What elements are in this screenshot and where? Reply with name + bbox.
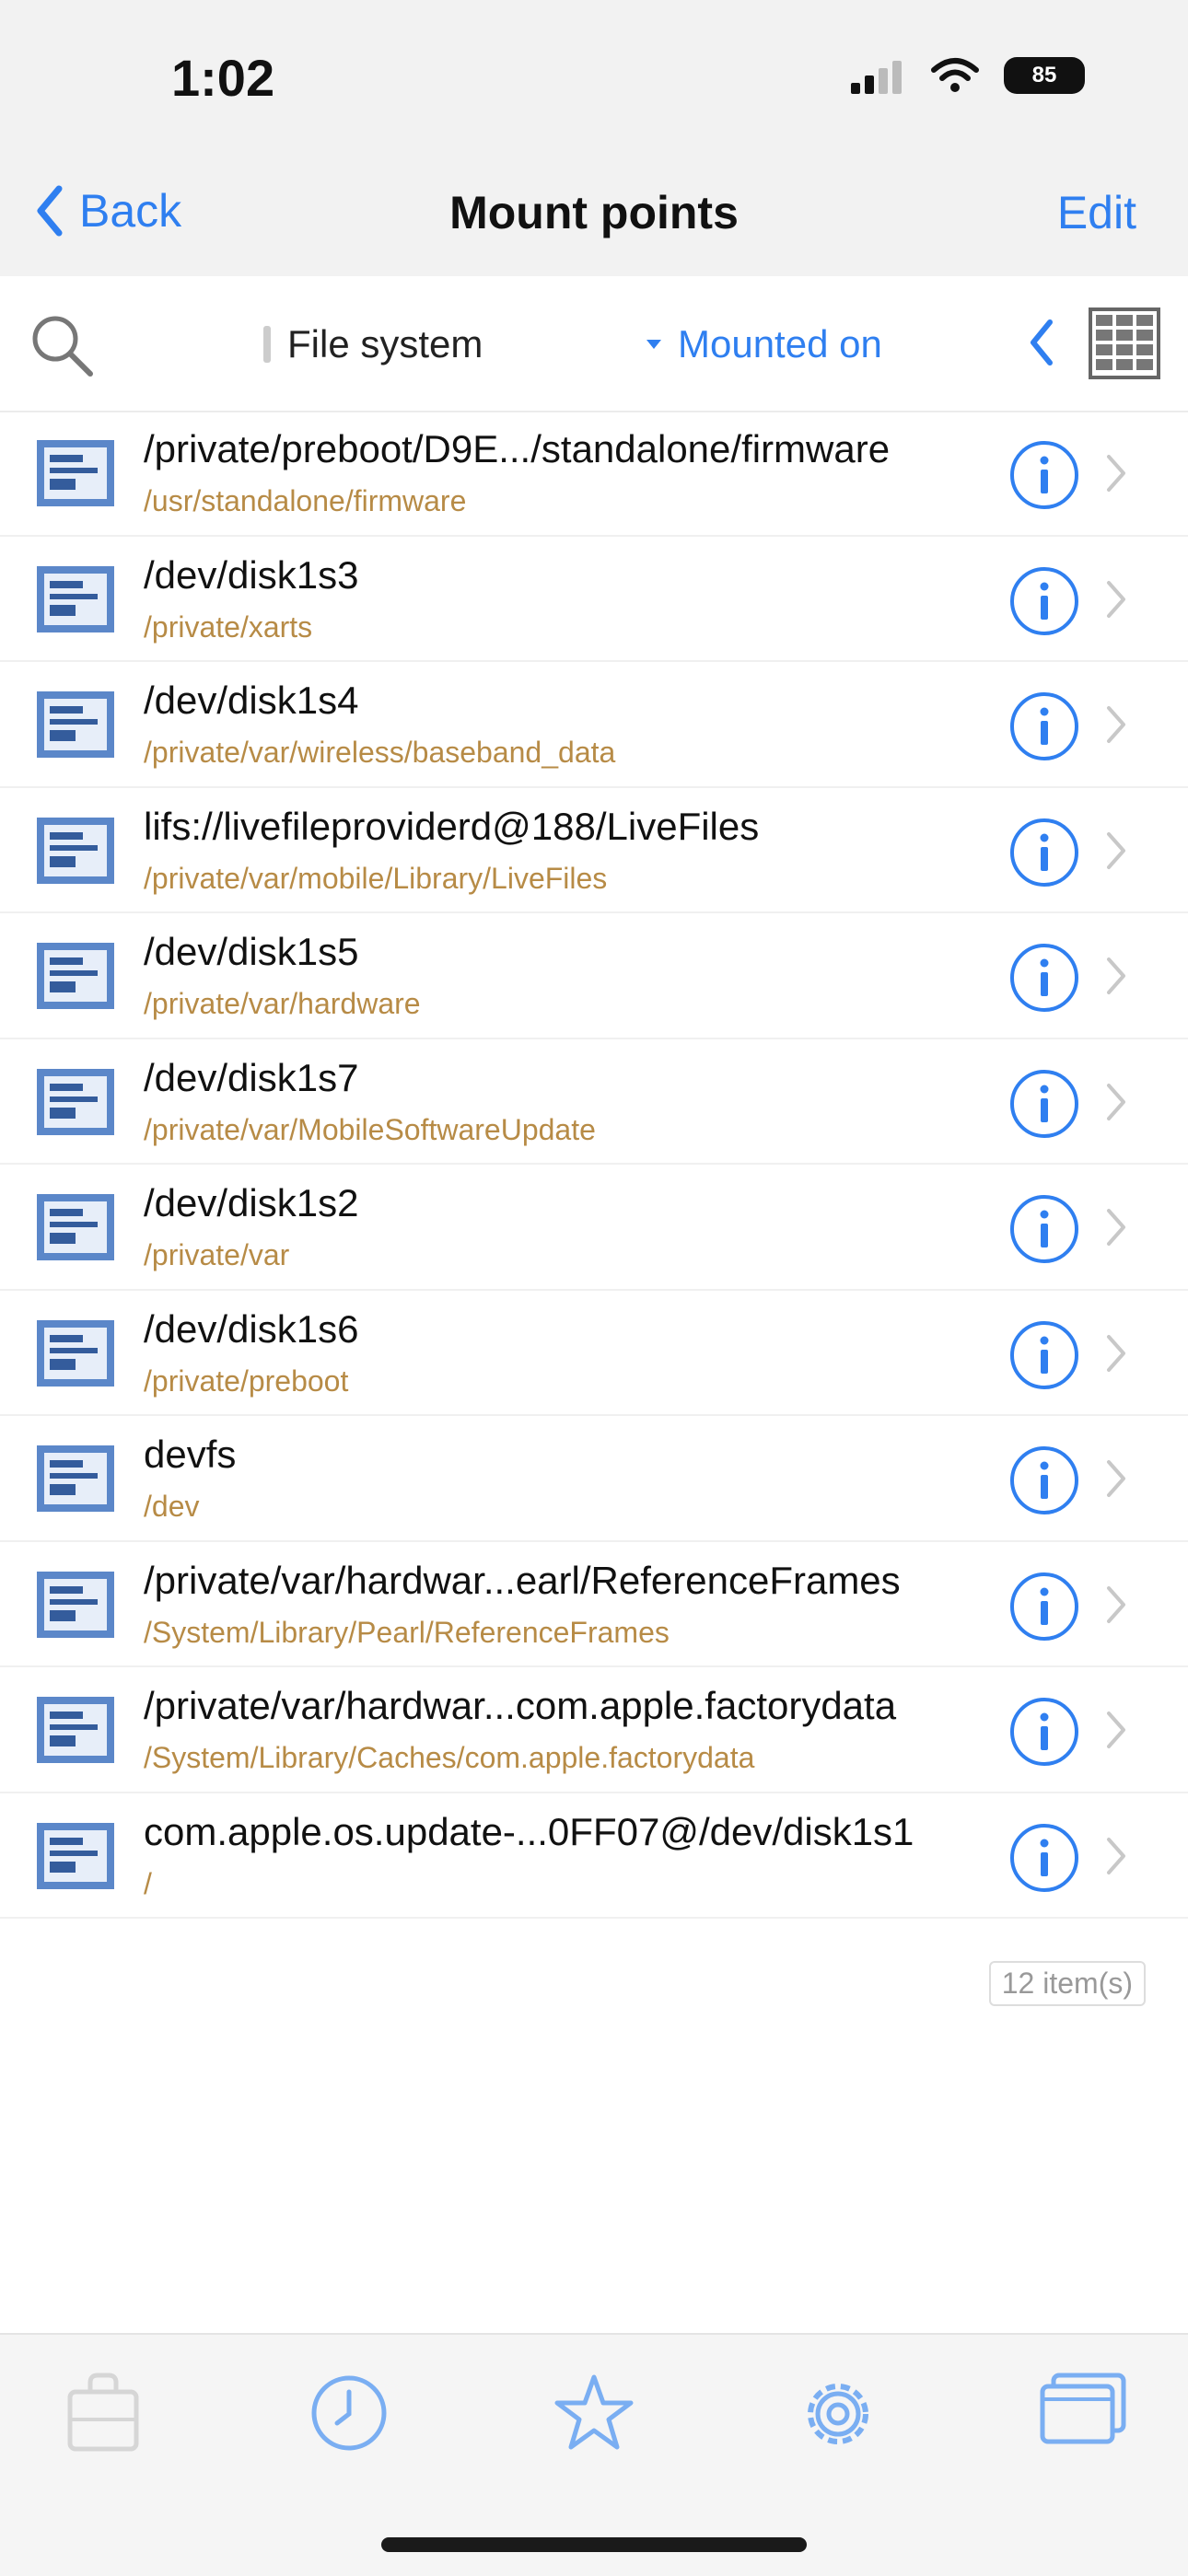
chevron-right-icon <box>1105 1207 1127 1252</box>
info-icon[interactable] <box>1007 1067 1081 1145</box>
file-system-name: /dev/disk1s2 <box>144 1181 359 1224</box>
mount-path: /private/var/MobileSoftwareUpdate <box>144 1112 596 1146</box>
file-system-name: /private/preboot/D9E.../standalone/firmw… <box>144 427 891 470</box>
battery-indicator: 85 <box>1004 57 1085 94</box>
mount-path: /private/var/mobile/Library/LiveFiles <box>144 861 608 895</box>
sort-down-icon <box>646 340 661 349</box>
chevron-left-icon[interactable] <box>1028 317 1055 368</box>
mount-path: /usr/standalone/firmware <box>144 484 467 517</box>
document-icon <box>37 1571 114 1642</box>
info-icon[interactable] <box>1007 564 1081 643</box>
item-count: 12 item(s) <box>988 1961 1146 2006</box>
search-icon[interactable] <box>26 309 99 383</box>
list-item[interactable]: com.apple.os.update-...0FF07@/dev/disk1s… <box>0 1793 1188 1919</box>
mount-path: /private/var/wireless/baseband_data <box>144 736 616 769</box>
file-system-name: /dev/disk1s6 <box>144 1306 359 1351</box>
chevron-right-icon <box>1105 704 1127 749</box>
list-item[interactable]: /dev/disk1s2/private/var <box>0 1165 1188 1291</box>
grid-view-icon[interactable] <box>1087 306 1162 381</box>
list-item[interactable]: /private/var/hardwar...earl/ReferenceFra… <box>0 1542 1188 1667</box>
document-icon <box>37 817 114 888</box>
chevron-right-icon <box>1105 830 1127 876</box>
list-item[interactable]: devfs/dev <box>0 1416 1188 1542</box>
info-icon[interactable] <box>1007 816 1081 894</box>
chevron-right-icon <box>1105 1333 1127 1378</box>
info-icon[interactable] <box>1007 1695 1081 1773</box>
document-icon <box>37 1445 114 1516</box>
file-system-name: /private/var/hardwar...earl/ReferenceFra… <box>144 1558 901 1602</box>
document-icon <box>37 943 114 1014</box>
status-time: 1:02 <box>171 49 275 107</box>
mount-path: /private/xarts <box>144 609 313 644</box>
windows-icon[interactable] <box>1039 2372 1127 2445</box>
gear-icon[interactable] <box>796 2372 880 2456</box>
status-icons: 85 <box>851 57 1085 94</box>
document-icon <box>37 1697 114 1768</box>
list-item[interactable]: /dev/disk1s6/private/preboot <box>0 1291 1188 1416</box>
list-item[interactable]: /dev/disk1s7/private/var/MobileSoftwareU… <box>0 1039 1188 1165</box>
document-icon <box>37 1319 114 1391</box>
column-file-system-label: File system <box>287 322 483 366</box>
chevron-right-icon <box>1105 1836 1127 1881</box>
page-title: Mount points <box>449 187 739 238</box>
navigation-bar: Back Mount points Edit <box>0 157 1188 276</box>
sort-handle-icon <box>263 326 271 363</box>
file-system-name: lifs://livefileproviderd@188/LiveFiles <box>144 804 760 848</box>
mount-path: /System/Library/Caches/com.apple.factory… <box>144 1741 755 1774</box>
list-item[interactable]: /private/preboot/D9E.../standalone/firmw… <box>0 411 1188 537</box>
file-system-name: /private/var/hardwar...com.apple.factory… <box>144 1684 897 1727</box>
document-icon <box>37 691 114 762</box>
file-system-name: /dev/disk1s3 <box>144 552 359 597</box>
info-icon[interactable] <box>1007 1444 1081 1522</box>
file-system-name: /dev/disk1s5 <box>144 930 359 973</box>
info-icon[interactable] <box>1007 1192 1081 1271</box>
mount-path: /private/var/hardware <box>144 987 421 1020</box>
mount-path: /System/Library/Pearl/ReferenceFrames <box>144 1615 670 1649</box>
cellular-signal-icon <box>851 61 902 94</box>
bag-icon[interactable] <box>64 2372 142 2454</box>
mount-path: / <box>144 1866 152 1900</box>
column-file-system[interactable]: File system <box>262 322 483 366</box>
info-icon[interactable] <box>1007 690 1081 768</box>
column-mounted-on[interactable]: Mounted on <box>645 322 882 366</box>
file-system-name: devfs <box>144 1433 237 1476</box>
chevron-right-icon <box>1105 1710 1127 1755</box>
document-icon <box>37 1194 114 1265</box>
wifi-icon <box>931 58 979 92</box>
mount-path: /dev <box>144 1490 200 1523</box>
chevron-right-icon <box>1105 956 1127 1001</box>
info-icon[interactable] <box>1007 1318 1081 1397</box>
column-mounted-on-label: Mounted on <box>678 322 882 366</box>
chevron-right-icon <box>1105 579 1127 624</box>
mount-path: /private/preboot <box>144 1363 349 1398</box>
list-toolbar: File system Mounted on <box>0 276 1188 412</box>
status-bar: 1:02 85 <box>0 0 1188 157</box>
chevron-right-icon <box>1105 1458 1127 1503</box>
chevron-right-icon <box>1105 1584 1127 1630</box>
home-indicator <box>381 2537 807 2552</box>
clock-icon[interactable] <box>308 2372 390 2454</box>
file-system-name: /dev/disk1s4 <box>144 679 359 722</box>
list-item[interactable]: /dev/disk1s3/private/xarts <box>0 537 1188 662</box>
document-icon <box>37 1822 114 1894</box>
list-item[interactable]: /private/var/hardwar...com.apple.factory… <box>0 1667 1188 1793</box>
document-icon <box>37 440 114 511</box>
document-icon <box>37 1068 114 1140</box>
list-item[interactable]: lifs://livefileproviderd@188/LiveFiles/p… <box>0 788 1188 913</box>
info-icon[interactable] <box>1007 941 1081 1019</box>
chevron-right-icon <box>1105 453 1127 498</box>
chevron-right-icon <box>1105 1082 1127 1127</box>
info-icon[interactable] <box>1007 438 1081 516</box>
document-icon <box>37 565 114 637</box>
mount-list: /private/preboot/D9E.../standalone/firmw… <box>0 411 1188 1919</box>
file-system-name: com.apple.os.update-...0FF07@/dev/disk1s… <box>144 1809 914 1853</box>
info-icon[interactable] <box>1007 1821 1081 1899</box>
star-icon[interactable] <box>553 2372 635 2454</box>
edit-button[interactable]: Edit <box>1057 186 1136 239</box>
list-item[interactable]: /dev/disk1s4/private/var/wireless/baseba… <box>0 662 1188 788</box>
file-system-name: /dev/disk1s7 <box>144 1055 359 1099</box>
info-icon[interactable] <box>1007 1570 1081 1648</box>
list-item[interactable]: /dev/disk1s5/private/var/hardware <box>0 913 1188 1039</box>
mount-path: /private/var <box>144 1238 290 1271</box>
